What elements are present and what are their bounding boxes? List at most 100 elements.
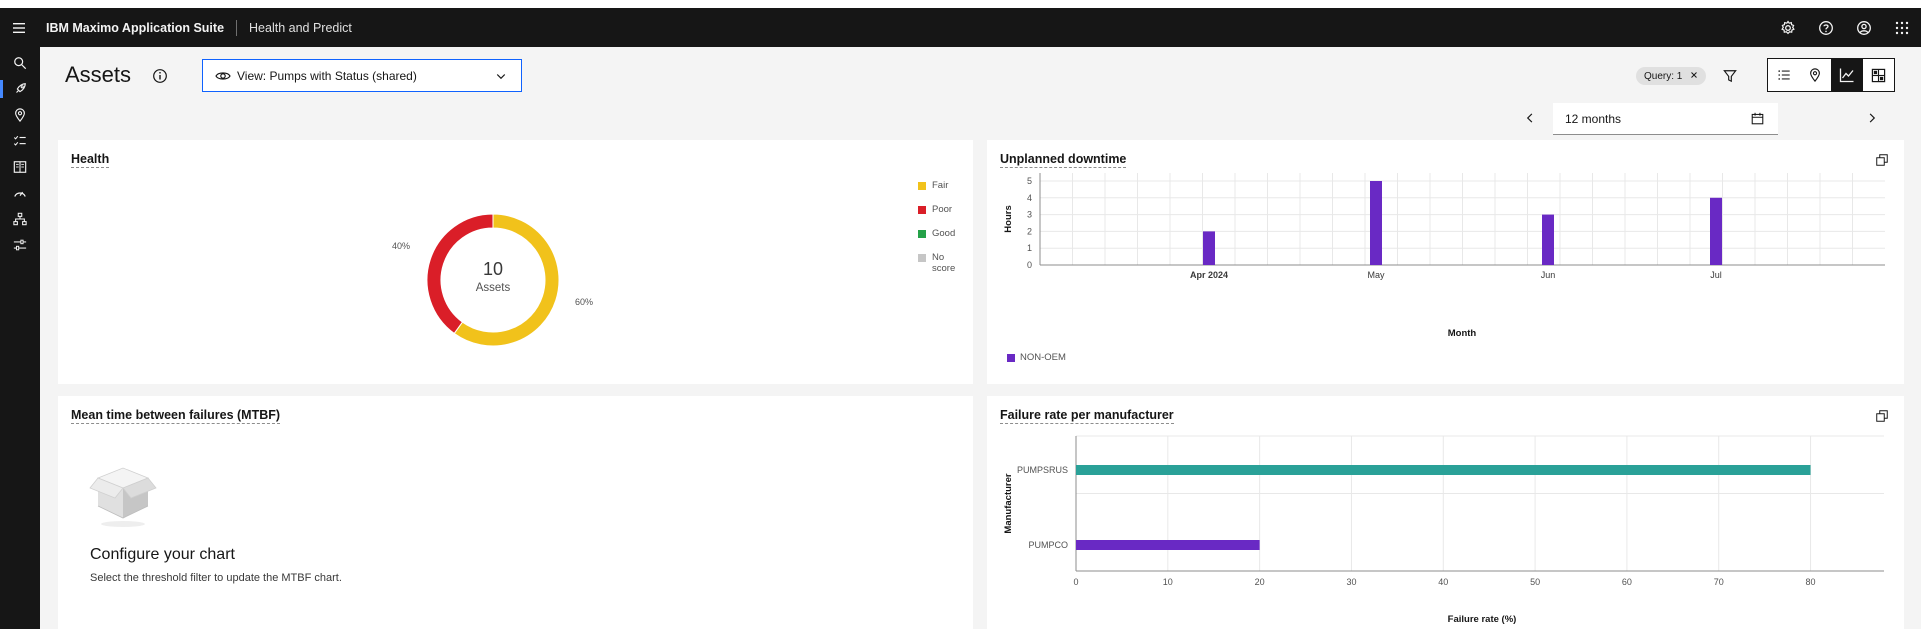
settings-icon[interactable]	[1769, 8, 1807, 47]
legend-item[interactable]: No score	[918, 252, 960, 274]
legend-swatch	[1007, 353, 1015, 362]
legend-item[interactable]: Fair	[918, 180, 960, 191]
x-tick-label: 50	[1530, 577, 1540, 587]
failure-rate-bar-chart: 0 10 20 30 40 50 60 70 80 PUMPSRUS PUMPCO Failure r…	[1003, 435, 1884, 625]
user-avatar-icon[interactable]	[1845, 8, 1883, 47]
date-range-picker[interactable]: 12 months	[1553, 103, 1778, 135]
downtime-legend[interactable]: NON-OEM	[1007, 352, 1066, 363]
top-strip	[0, 0, 1921, 8]
brand-divider	[236, 19, 238, 36]
page-title: Assets	[65, 62, 132, 87]
x-tick-label: 40	[1438, 577, 1448, 587]
downtime-bar-chart: 0 1 2 3 4 5 Apr 2024 May Jun Jul Month Hours	[1003, 173, 1885, 339]
x-tick-label: 10	[1163, 577, 1173, 587]
query-tag-label: Query: 1	[1644, 70, 1683, 82]
view-icon	[215, 68, 231, 84]
legend-swatch	[918, 254, 926, 262]
legend-label: No score	[932, 252, 956, 274]
checklist-icon[interactable]	[0, 128, 40, 154]
x-tick-label: 30	[1346, 577, 1356, 587]
chevron-right-icon[interactable]	[1862, 108, 1882, 128]
x-axis-title: Month	[1448, 328, 1477, 339]
y-tick-label: PUMPCO	[1028, 540, 1068, 550]
information-icon[interactable]	[152, 68, 168, 84]
x-tick-label: 80	[1806, 577, 1816, 587]
legend-label: NON-OEM	[1020, 352, 1066, 363]
y-tick-label: PUMPSRUS	[1017, 465, 1068, 475]
view-dropdown[interactable]: View: Pumps with Status (shared)	[202, 59, 522, 92]
failure-rate-bar	[1076, 465, 1811, 475]
donut-label-fair: 60%	[575, 297, 593, 307]
x-tick-label: 70	[1714, 577, 1724, 587]
y-tick-label: 4	[1027, 193, 1032, 203]
donut-center-label: Assets	[476, 282, 511, 294]
close-icon[interactable]	[1690, 71, 1698, 82]
legend-item[interactable]: Poor	[918, 204, 960, 215]
x-tick-label: Jun	[1541, 270, 1556, 280]
legend-label: Poor	[932, 204, 953, 215]
y-axis-title: Hours	[1003, 205, 1014, 232]
view-mode-switcher	[1767, 58, 1895, 92]
hierarchy-icon[interactable]	[0, 206, 40, 232]
map-view-icon[interactable]	[1800, 59, 1832, 91]
chevron-left-icon[interactable]	[1520, 108, 1540, 128]
calendar-icon	[1751, 112, 1764, 128]
y-tick-label: 3	[1027, 210, 1032, 220]
downtime-bar	[1542, 214, 1554, 265]
mtbf-card: Mean time between failures (MTBF) Config…	[58, 396, 973, 629]
filter-icon[interactable]	[1720, 66, 1740, 86]
chevron-down-icon	[495, 70, 507, 85]
failure-rate-bar	[1076, 540, 1260, 550]
legend-swatch	[918, 206, 926, 214]
y-tick-label: 1	[1027, 243, 1032, 253]
query-filter-tag: Query: 1	[1636, 67, 1707, 85]
side-navigation	[0, 47, 40, 629]
empty-box-illustration	[88, 466, 158, 535]
brand-name[interactable]: IBM Maximo Application Suite	[38, 21, 224, 35]
x-tick-label: May	[1367, 270, 1385, 280]
app-switcher-icon[interactable]	[1883, 8, 1921, 47]
y-tick-label: 5	[1027, 176, 1032, 186]
x-tick-label: 0	[1073, 577, 1078, 587]
catalog-icon[interactable]	[0, 154, 40, 180]
legend-label: Good	[932, 228, 956, 239]
y-tick-label: 2	[1027, 226, 1032, 236]
health-legend: Fair Poor Good No score	[918, 180, 960, 287]
unplanned-downtime-card: Unplanned downtime 0 1 2 3 4 5 Apr 2024 May Jun J…	[987, 140, 1904, 384]
mtbf-card-title[interactable]: Mean time between failures (MTBF)	[71, 408, 281, 424]
view-dropdown-label: View: Pumps with Status (shared)	[237, 68, 417, 83]
legend-swatch	[918, 182, 926, 190]
date-range-value: 12 months	[1565, 111, 1622, 126]
legend-label: Fair	[932, 180, 949, 191]
legend-swatch	[918, 230, 926, 238]
downtime-bar	[1710, 197, 1722, 265]
empty-state-title: Configure your chart	[90, 546, 235, 563]
location-icon[interactable]	[0, 102, 40, 128]
list-view-icon[interactable]	[1768, 59, 1800, 91]
x-tick-label: 20	[1255, 577, 1265, 587]
top-header: IBM Maximo Application Suite Health and …	[0, 8, 1921, 47]
hamburger-menu-icon[interactable]	[0, 8, 38, 47]
rocket-icon[interactable]	[0, 76, 40, 102]
empty-state-description: Select the threshold filter to update th…	[90, 572, 342, 584]
legend-item[interactable]: Good	[918, 228, 960, 239]
donut-center-value: 10	[483, 259, 503, 279]
x-tick-label: Apr 2024	[1190, 270, 1228, 280]
help-icon[interactable]	[1807, 8, 1845, 47]
x-tick-label: Jul	[1710, 270, 1722, 280]
chart-view-icon[interactable]	[1831, 59, 1863, 91]
x-axis-title: Failure rate (%)	[1448, 614, 1517, 625]
health-donut-chart: 10 Assets 60% 40%	[392, 213, 593, 347]
y-axis-title: Manufacturer	[1003, 473, 1014, 533]
y-tick-label: 0	[1027, 260, 1032, 270]
health-card: Health 10 Assets 60% 40% Fair Poor Good …	[58, 140, 973, 384]
downtime-bar	[1203, 231, 1215, 265]
gauge-icon[interactable]	[0, 180, 40, 206]
x-tick-label: 60	[1622, 577, 1632, 587]
downtime-bar	[1370, 181, 1382, 265]
search-icon[interactable]	[0, 50, 40, 76]
donut-label-poor: 40%	[392, 241, 410, 251]
dashboard-view-icon[interactable]	[1863, 59, 1895, 91]
settings-adjust-icon[interactable]	[0, 232, 40, 258]
app-name: Health and Predict	[249, 20, 352, 35]
